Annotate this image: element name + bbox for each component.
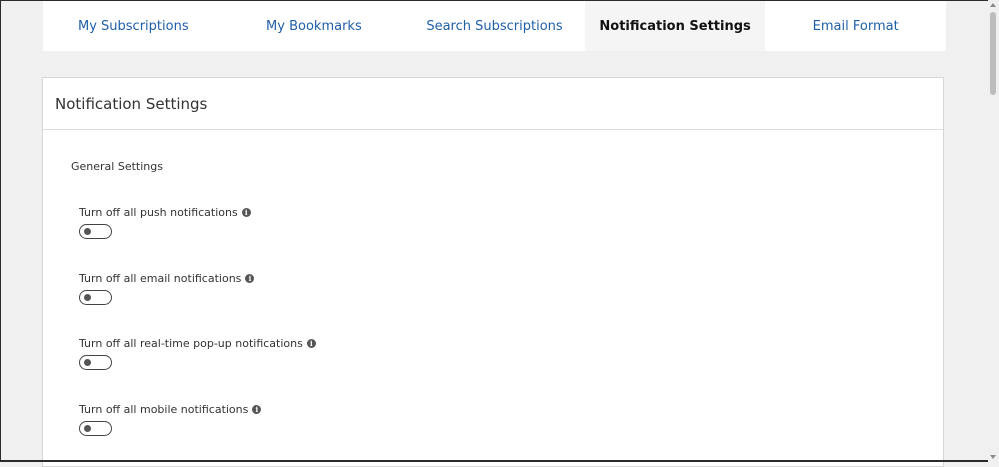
section-label-general: General Settings <box>71 160 163 173</box>
setting-mobile-notifications: Turn off all mobile notifications i <box>79 402 262 436</box>
mobile-notifications-toggle[interactable] <box>79 421 112 436</box>
setting-label: Turn off all real-time pop-up notificati… <box>79 336 303 350</box>
setting-popup-notifications: Turn off all real-time pop-up notificati… <box>79 336 316 370</box>
tab-bar: My Subscriptions My Bookmarks Search Sub… <box>43 1 946 51</box>
setting-label-row: Turn off all push notifications i <box>79 205 251 219</box>
toggle-knob <box>84 359 91 366</box>
info-icon[interactable]: i <box>306 338 316 348</box>
setting-push-notifications: Turn off all push notifications i <box>79 205 251 239</box>
info-icon[interactable]: i <box>241 207 251 217</box>
toggle-knob <box>84 228 91 235</box>
setting-label: Turn off all mobile notifications <box>79 402 249 416</box>
tab-search-subscriptions[interactable]: Search Subscriptions <box>404 1 585 51</box>
email-notifications-toggle[interactable] <box>79 290 112 305</box>
window-left-border <box>0 0 1 462</box>
toggle-knob <box>84 294 91 301</box>
tab-my-bookmarks[interactable]: My Bookmarks <box>224 1 405 51</box>
vertical-scrollbar[interactable] <box>988 0 999 462</box>
push-notifications-toggle[interactable] <box>79 224 112 239</box>
setting-label-row: Turn off all real-time pop-up notificati… <box>79 336 316 350</box>
scroll-down-arrow-icon[interactable] <box>990 455 996 459</box>
info-icon[interactable]: i <box>245 273 255 283</box>
info-icon[interactable]: i <box>252 404 262 414</box>
notification-settings-panel: Notification Settings General Settings T… <box>42 77 944 467</box>
tab-notification-settings[interactable]: Notification Settings <box>584 1 766 51</box>
popup-notifications-toggle[interactable] <box>79 355 112 370</box>
setting-email-notifications: Turn off all email notifications i <box>79 271 255 305</box>
panel-title: Notification Settings <box>55 94 208 113</box>
setting-label-row: Turn off all email notifications i <box>79 271 255 285</box>
scrollbar-thumb[interactable] <box>990 12 996 95</box>
tab-email-format[interactable]: Email Format <box>765 1 946 51</box>
tab-my-subscriptions[interactable]: My Subscriptions <box>43 1 224 51</box>
setting-label-row: Turn off all mobile notifications i <box>79 402 262 416</box>
toggle-knob <box>84 425 91 432</box>
setting-label: Turn off all email notifications <box>79 271 242 285</box>
panel-header: Notification Settings <box>43 78 943 130</box>
setting-label: Turn off all push notifications <box>79 205 238 219</box>
scroll-up-arrow-icon[interactable] <box>990 3 996 7</box>
